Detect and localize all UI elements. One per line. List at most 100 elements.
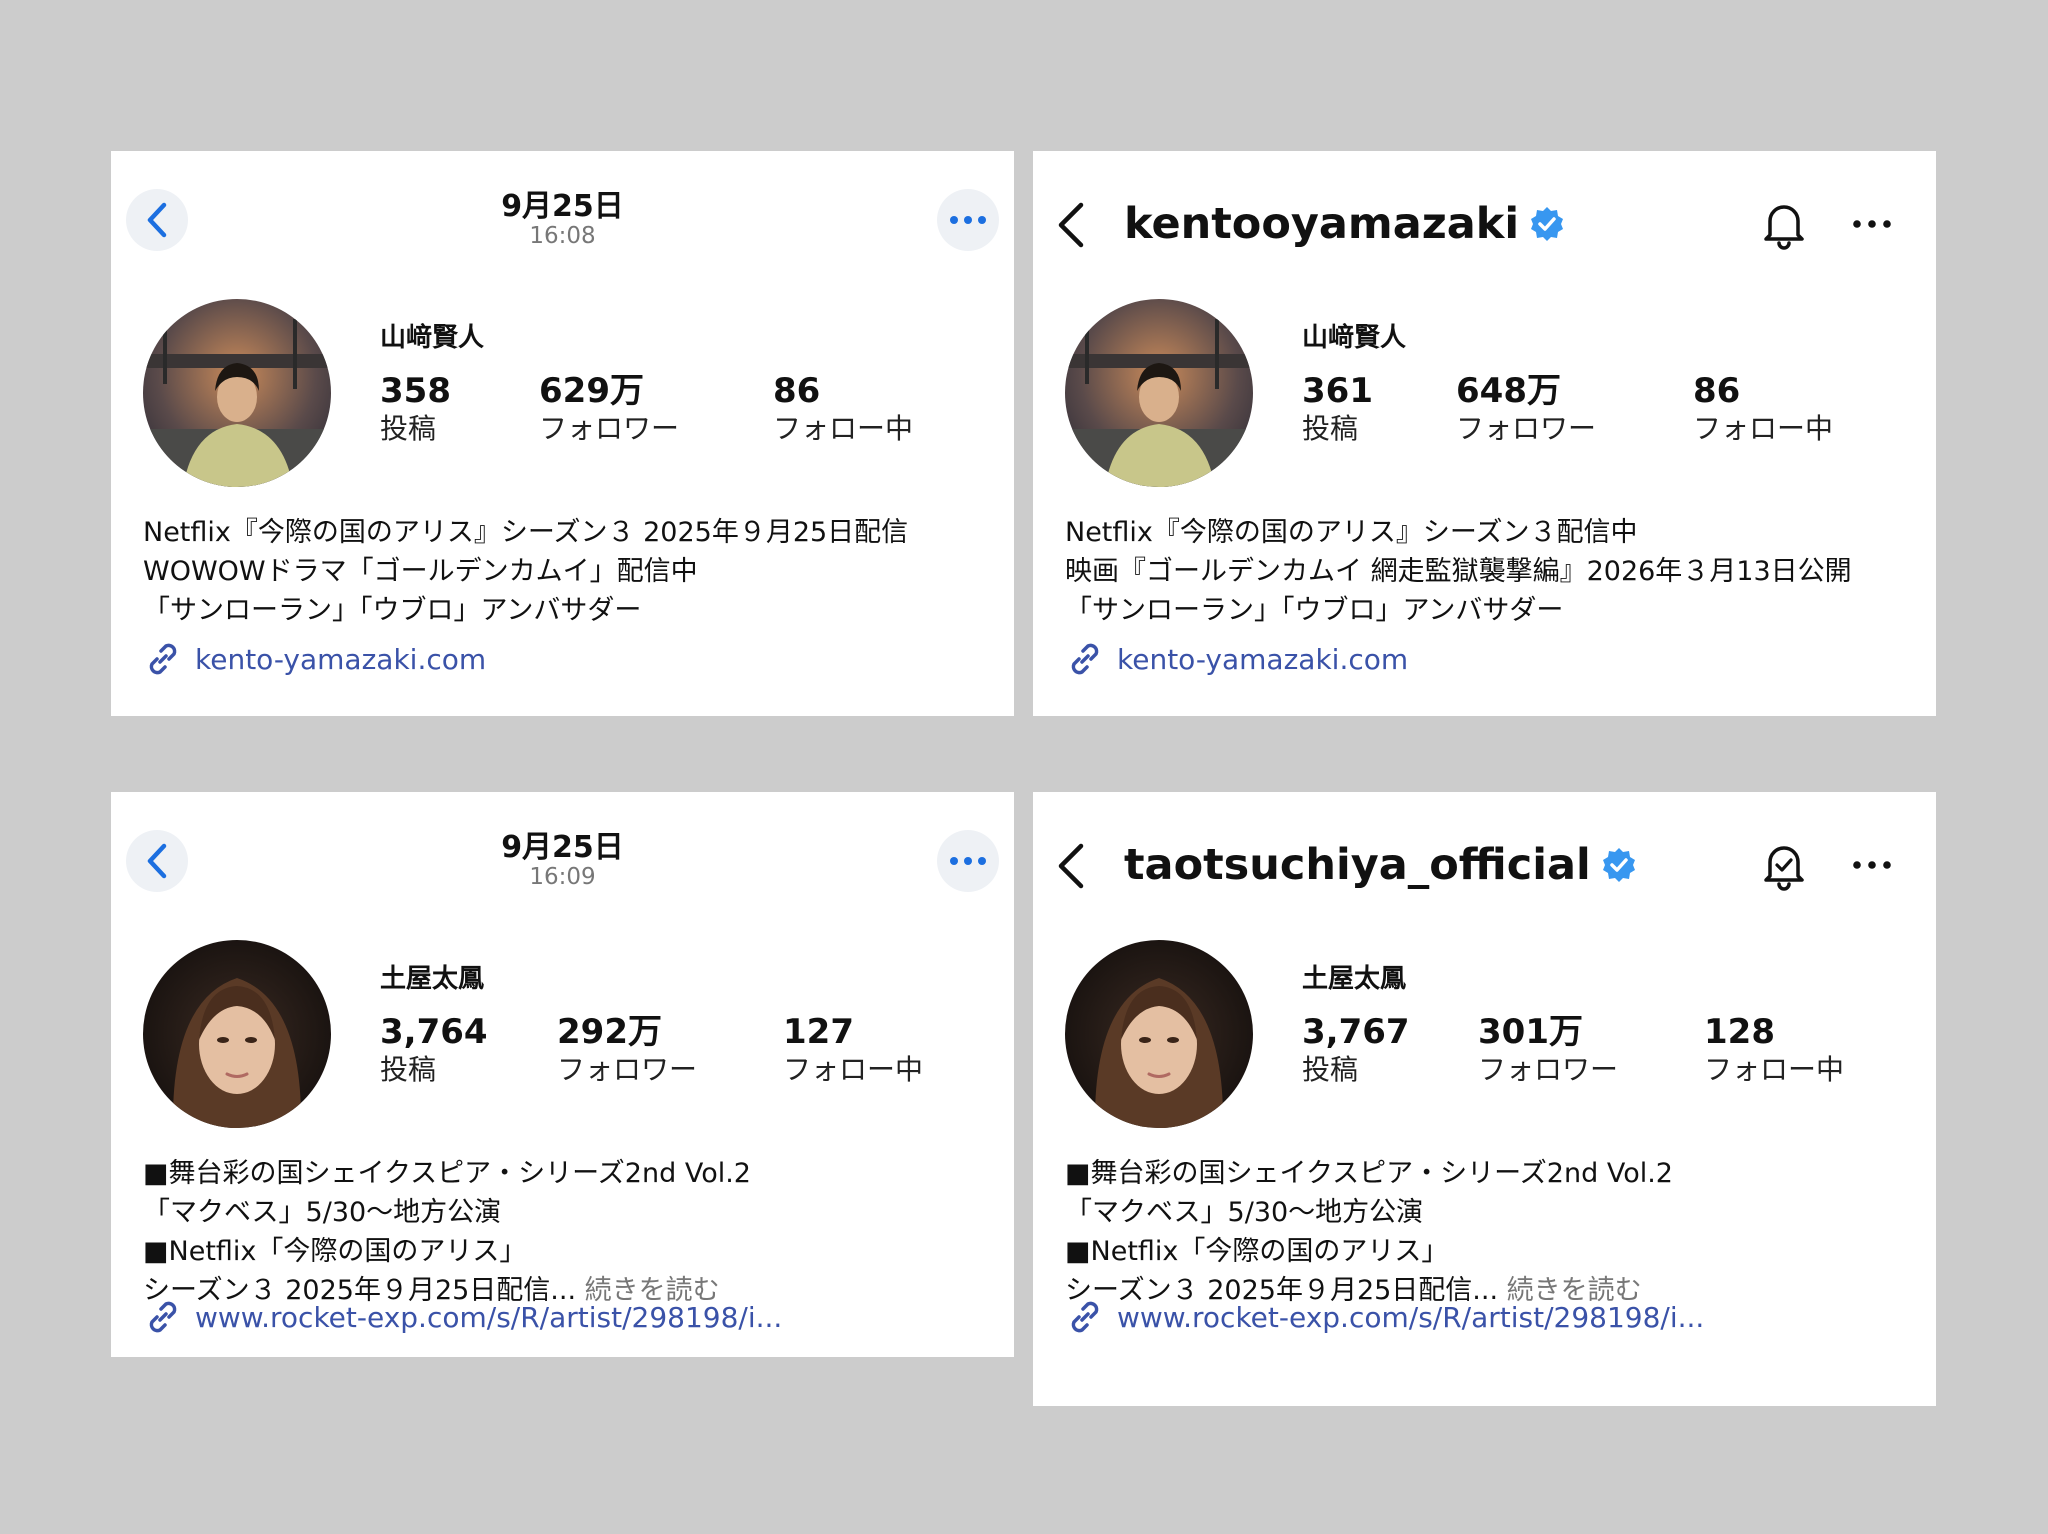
verified-badge-icon — [1531, 207, 1564, 241]
notification-bell-icon[interactable] — [1760, 199, 1808, 251]
avatar[interactable] — [1065, 299, 1253, 487]
archive-time: 16:08 — [529, 223, 596, 249]
following-count: 86 — [773, 371, 821, 411]
posts-label: 投稿 — [1302, 412, 1359, 445]
archive-date: 9月25日 — [501, 830, 624, 865]
following-label: フォロー中 — [1704, 1053, 1845, 1086]
link-icon — [1071, 1301, 1099, 1333]
posts-label: 投稿 — [380, 1053, 437, 1086]
followers-count: 301万 — [1478, 1012, 1583, 1052]
username: kentooyamazaki — [1124, 199, 1520, 249]
followers-label: フォロワー — [1478, 1053, 1619, 1086]
bio-line: 「サンローラン」「ウブロ」アンバサダー — [1065, 595, 1564, 626]
bio-line: WOWOWドラマ「ゴールデンカムイ」配信中 — [143, 556, 698, 587]
posts-label: 投稿 — [380, 412, 437, 445]
following-count: 86 — [1693, 371, 1741, 411]
website-url: www.rocket-exp.com/s/R/artist/298198/i..… — [195, 1300, 783, 1334]
following-label: フォロー中 — [783, 1053, 924, 1086]
profile-name: 土屋太鳳 — [1302, 964, 1407, 994]
username: taotsuchiya_official — [1124, 840, 1591, 890]
website-link[interactable]: www.rocket-exp.com/s/R/artist/298198/i..… — [1065, 1297, 1704, 1337]
archive-time: 16:09 — [529, 864, 596, 890]
profile-photo — [143, 940, 331, 1128]
posts-count: 3,764 — [380, 1012, 488, 1052]
following-count: 128 — [1704, 1012, 1775, 1052]
bio-line: Netflix『今際の国のアリス』シーズン３ 2025年９月25日配信 — [143, 517, 909, 548]
posts-count: 361 — [1302, 371, 1373, 411]
website-link[interactable]: kento-yamazaki.com — [1065, 639, 1408, 679]
verified-badge-icon — [1602, 848, 1635, 882]
more-button[interactable] — [937, 830, 999, 892]
followers-stat[interactable]: 629万 フォロワー — [539, 371, 679, 447]
more-button[interactable] — [937, 189, 999, 251]
profile-photo — [1065, 940, 1253, 1128]
bio-line: ■舞台彩の国シェイクスピア・シリーズ2nd Vol.2 — [1065, 1158, 1673, 1189]
website-url: www.rocket-exp.com/s/R/artist/298198/i..… — [1117, 1300, 1705, 1334]
link-icon — [149, 643, 177, 675]
archived-profile-panel-kento: 9月25日 16:08 山﨑賢人 358 投稿 629万 フォロワー 86 フォ… — [111, 151, 1014, 716]
more-options-icon[interactable] — [1851, 858, 1893, 872]
website-url: kento-yamazaki.com — [1117, 642, 1409, 676]
bio-line: 「マクベス」5/30～地方公演 — [1065, 1197, 1424, 1228]
archived-profile-panel-tao: 9月25日 16:09 土屋太鳳 3,764 投稿 292万 フォロワー 127… — [111, 792, 1014, 1357]
posts-stat[interactable]: 361 投稿 — [1302, 371, 1373, 447]
followers-stat[interactable]: 648万 フォロワー — [1456, 371, 1596, 447]
following-label: フォロー中 — [1693, 412, 1834, 445]
following-count: 127 — [783, 1012, 854, 1052]
avatar[interactable] — [143, 299, 331, 487]
followers-stat[interactable]: 292万 フォロワー — [557, 1012, 697, 1088]
more-dots-icon — [950, 216, 986, 224]
back-arrow-icon[interactable] — [1053, 201, 1089, 249]
link-icon — [149, 1301, 177, 1333]
profile-name: 土屋太鳳 — [380, 964, 485, 994]
bio-line: ■舞台彩の国シェイクスピア・シリーズ2nd Vol.2 — [143, 1158, 751, 1189]
following-stat[interactable]: 86 フォロー中 — [1693, 371, 1833, 447]
posts-count: 3,767 — [1302, 1012, 1410, 1052]
followers-label: フォロワー — [539, 412, 680, 445]
followers-stat[interactable]: 301万 フォロワー — [1478, 1012, 1618, 1088]
notification-bell-check-icon[interactable] — [1760, 840, 1808, 892]
following-stat[interactable]: 86 フォロー中 — [773, 371, 913, 447]
following-label: フォロー中 — [773, 412, 914, 445]
live-profile-panel-tao: taotsuchiya_official 土屋太鳳 3,767 投稿 301万 … — [1033, 792, 1936, 1406]
followers-label: フォロワー — [557, 1053, 698, 1086]
profile-name: 山﨑賢人 — [380, 323, 485, 353]
profile-photo — [143, 299, 331, 487]
posts-stat[interactable]: 3,767 投稿 — [1302, 1012, 1410, 1088]
profile-bio: ■舞台彩の国シェイクスピア・シリーズ2nd Vol.2 「マクベス」5/30～地… — [143, 1154, 751, 1310]
profile-bio: ■舞台彩の国シェイクスピア・シリーズ2nd Vol.2 「マクベス」5/30～地… — [1065, 1154, 1673, 1310]
profile-bio: Netflix『今際の国のアリス』シーズン３ 2025年９月25日配信 WOWO… — [143, 513, 908, 630]
posts-count: 358 — [380, 371, 451, 411]
username-header: taotsuchiya_official — [1124, 840, 1637, 890]
back-arrow-icon[interactable] — [1053, 842, 1089, 890]
posts-stat[interactable]: 3,764 投稿 — [380, 1012, 488, 1088]
archive-date: 9月25日 — [501, 189, 624, 224]
live-profile-panel-kento: kentooyamazaki 山﨑賢人 361 投稿 648万 フォロワー 86… — [1033, 151, 1936, 716]
following-stat[interactable]: 127 フォロー中 — [783, 1012, 923, 1088]
bio-line: 「マクベス」5/30～地方公演 — [143, 1197, 502, 1228]
profile-bio: Netflix『今際の国のアリス』シーズン３配信中 映画『ゴールデンカムイ 網走… — [1065, 513, 1852, 630]
website-link[interactable]: www.rocket-exp.com/s/R/artist/298198/i..… — [143, 1297, 782, 1337]
website-link[interactable]: kento-yamazaki.com — [143, 639, 486, 679]
bio-line: Netflix『今際の国のアリス』シーズン３配信中 — [1065, 517, 1638, 548]
posts-label: 投稿 — [1302, 1053, 1359, 1086]
following-stat[interactable]: 128 フォロー中 — [1704, 1012, 1844, 1088]
posts-stat[interactable]: 358 投稿 — [380, 371, 451, 447]
followers-count: 629万 — [539, 371, 644, 411]
website-url: kento-yamazaki.com — [195, 642, 487, 676]
profile-name: 山﨑賢人 — [1302, 323, 1407, 353]
avatar[interactable] — [143, 940, 331, 1128]
bio-line: ■Netflix「今際の国のアリス」 — [1065, 1236, 1449, 1267]
followers-count: 648万 — [1456, 371, 1561, 411]
avatar[interactable] — [1065, 940, 1253, 1128]
bio-line: 映画『ゴールデンカムイ 網走監獄襲撃編』2026年３月13日公開 — [1065, 556, 1852, 587]
username-header: kentooyamazaki — [1124, 199, 1565, 249]
followers-count: 292万 — [557, 1012, 662, 1052]
link-icon — [1071, 643, 1099, 675]
more-dots-icon — [950, 857, 986, 865]
profile-photo — [1065, 299, 1253, 487]
more-options-icon[interactable] — [1851, 217, 1893, 231]
bio-line: ■Netflix「今際の国のアリス」 — [143, 1236, 527, 1267]
followers-label: フォロワー — [1456, 412, 1597, 445]
bio-line: 「サンローラン」「ウブロ」アンバサダー — [143, 595, 642, 626]
